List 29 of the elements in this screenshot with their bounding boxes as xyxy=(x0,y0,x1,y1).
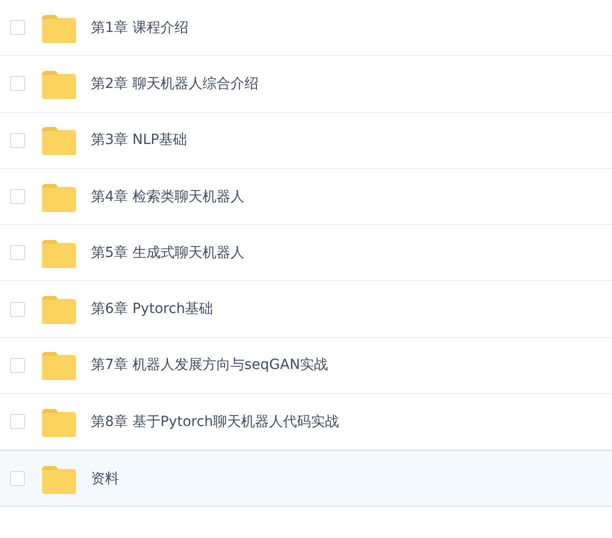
checkbox[interactable] xyxy=(10,302,25,317)
checkbox[interactable] xyxy=(10,76,25,92)
checkbox[interactable] xyxy=(10,245,25,260)
folder-icon xyxy=(42,70,76,99)
folder-icon xyxy=(42,466,76,494)
folder-name[interactable]: 第2章 聊天机器人综合介绍 xyxy=(91,74,258,93)
folder-icon xyxy=(42,408,76,437)
file-row[interactable]: 资料 xyxy=(0,450,612,507)
folder-icon xyxy=(42,240,76,268)
checkbox[interactable] xyxy=(10,189,25,204)
folder-icon xyxy=(42,127,76,156)
checkbox[interactable] xyxy=(10,471,25,486)
checkbox[interactable] xyxy=(10,358,25,373)
checkbox[interactable] xyxy=(10,414,25,430)
checkbox[interactable] xyxy=(10,20,25,36)
folder-icon xyxy=(42,14,76,43)
folder-icon xyxy=(42,352,76,380)
checkbox[interactable] xyxy=(10,132,25,148)
file-row[interactable]: 第3章 NLP基础 xyxy=(0,112,612,169)
folder-name[interactable]: 第5章 生成式聊天机器人 xyxy=(91,244,244,262)
folder-name[interactable]: 资料 xyxy=(91,470,119,488)
folder-name[interactable]: 第7章 机器人发展方向与seqGAN实战 xyxy=(91,356,328,374)
folder-icon xyxy=(42,296,76,324)
folder-name[interactable]: 第4章 检索类聊天机器人 xyxy=(91,188,244,206)
folder-name[interactable]: 第3章 NLP基础 xyxy=(91,131,188,150)
folder-icon xyxy=(42,184,76,212)
folder-name[interactable]: 第6章 Pytorch基础 xyxy=(91,300,214,318)
folder-name[interactable]: 第8章 基于Pytorch聊天机器人代码实战 xyxy=(91,412,340,431)
folder-name[interactable]: 第1章 课程介绍 xyxy=(91,18,188,37)
